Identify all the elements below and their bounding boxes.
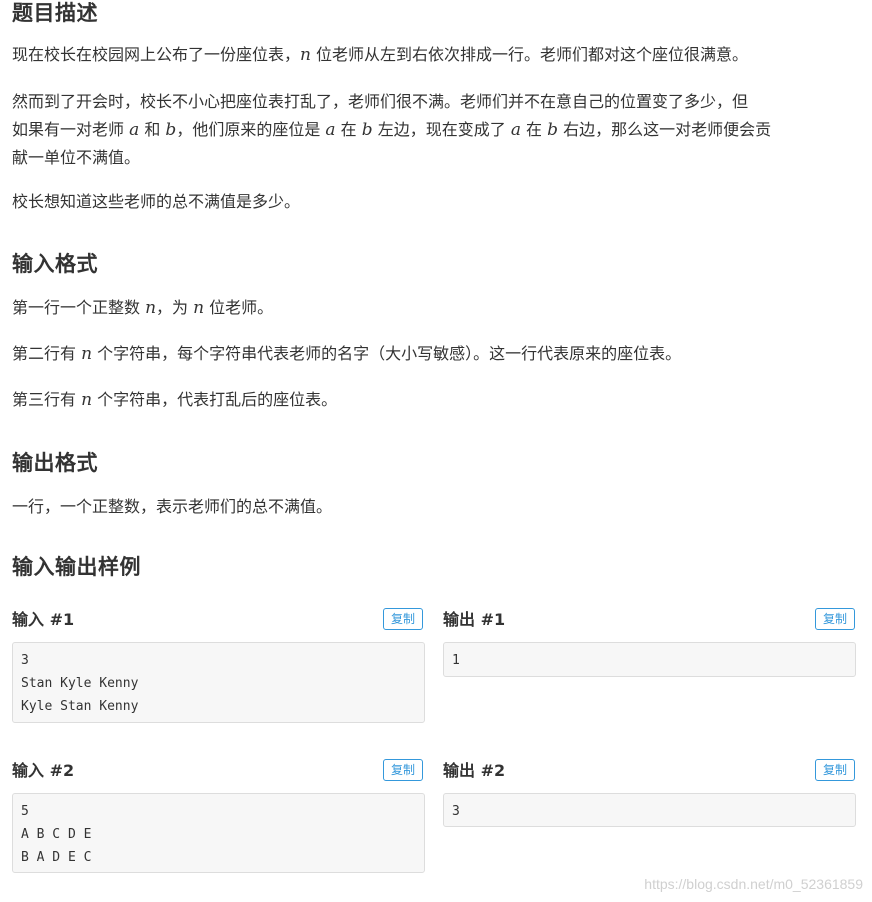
text: 第二行有: [12, 344, 82, 363]
input-format-line-1: 第一行一个正整数 n，为 n 位老师。: [12, 294, 273, 322]
math-var: b: [165, 120, 177, 140]
watermark: https://blog.csdn.net/m0_52361859: [644, 876, 863, 892]
text: 在: [520, 120, 548, 139]
sample-2-output-title: 输出 #2: [443, 761, 506, 780]
input-format-line-2: 第二行有 n 个字符串，每个字符串代表老师的名字（大小写敏感）。这一行代表原来的…: [12, 340, 681, 368]
math-var: b: [361, 120, 373, 140]
text: 和: [139, 120, 166, 139]
output-format-heading: 输出格式: [12, 451, 98, 475]
samples-heading: 输入输出样例: [12, 555, 141, 579]
description-paragraph-1: 现在校长在校园网上公布了一份座位表，n 位老师从左到右依次排成一行。老师们都对这…: [12, 41, 748, 69]
math-var: n: [81, 390, 93, 410]
sample-1-input-title: 输入 #1: [12, 610, 75, 629]
text: 个字符串，每个字符串代表老师的名字（大小写敏感）。这一行代表原来的座位表。: [92, 344, 682, 363]
math-var: a: [129, 120, 140, 140]
text: 右边，那么这一对老师便会贡: [558, 120, 772, 139]
text: 个字符串，代表打乱后的座位表。: [92, 390, 338, 409]
copy-sample-1-input-button[interactable]: 复制: [383, 608, 423, 630]
text: 在: [335, 120, 362, 139]
math-var: n: [300, 45, 311, 65]
copy-sample-1-output-button[interactable]: 复制: [815, 608, 855, 630]
description-paragraph-3: 校长想知道这些老师的总不满值是多少。: [12, 192, 301, 211]
text: 如果有一对老师: [12, 120, 130, 139]
math-var: n: [145, 298, 157, 318]
math-var: a: [510, 120, 521, 140]
description-paragraph-2-line-3: 献一单位不满值。: [12, 148, 141, 167]
sample-1-input-box: 3 Stan Kyle Kenny Kyle Stan Kenny: [12, 642, 425, 723]
sample-1-output-box: 1: [443, 642, 856, 677]
math-var: b: [547, 120, 559, 140]
sample-2-output-box: 3: [443, 793, 856, 827]
input-format-heading: 输入格式: [12, 252, 98, 276]
text: ，为: [156, 298, 194, 317]
output-format-line-1: 一行，一个正整数，表示老师们的总不满值。: [12, 497, 333, 516]
text: 第一行一个正整数: [12, 298, 146, 317]
math-var: a: [325, 120, 336, 140]
math-var: n: [193, 298, 205, 318]
description-heading: 题目描述: [12, 1, 98, 25]
text: ，他们原来的座位是: [176, 120, 326, 139]
text: 现在校长在校园网上公布了一份座位表，: [12, 45, 301, 64]
input-format-line-3: 第三行有 n 个字符串，代表打乱后的座位表。: [12, 386, 337, 414]
text: 左边，现在变成了: [372, 120, 511, 139]
copy-sample-2-input-button[interactable]: 复制: [383, 759, 423, 781]
description-paragraph-2-line-2: 如果有一对老师 a 和 b，他们原来的座位是 a 在 b 左边，现在变成了 a …: [12, 116, 771, 144]
description-paragraph-2-line-1: 然而到了开会时，校长不小心把座位表打乱了，老师们很不满。老师们并不在意自己的位置…: [12, 88, 771, 116]
text: 位老师。: [204, 298, 274, 317]
text: 位老师从左到右依次排成一行。老师们都对这个座位很满意。: [310, 45, 749, 64]
sample-2-input-box: 5 A B C D E B A D E C: [12, 793, 425, 873]
description-paragraph-2: 然而到了开会时，校长不小心把座位表打乱了，老师们很不满。老师们并不在意自己的位置…: [12, 88, 771, 172]
text: 然而到了开会时，校长不小心把座位表打乱了，老师们很不满。老师们并不在意自己的位置…: [12, 92, 749, 111]
text: 第三行有: [12, 390, 82, 409]
sample-1-output-title: 输出 #1: [443, 610, 506, 629]
copy-sample-2-output-button[interactable]: 复制: [815, 759, 855, 781]
sample-2-input-title: 输入 #2: [12, 761, 75, 780]
math-var: n: [81, 344, 93, 364]
